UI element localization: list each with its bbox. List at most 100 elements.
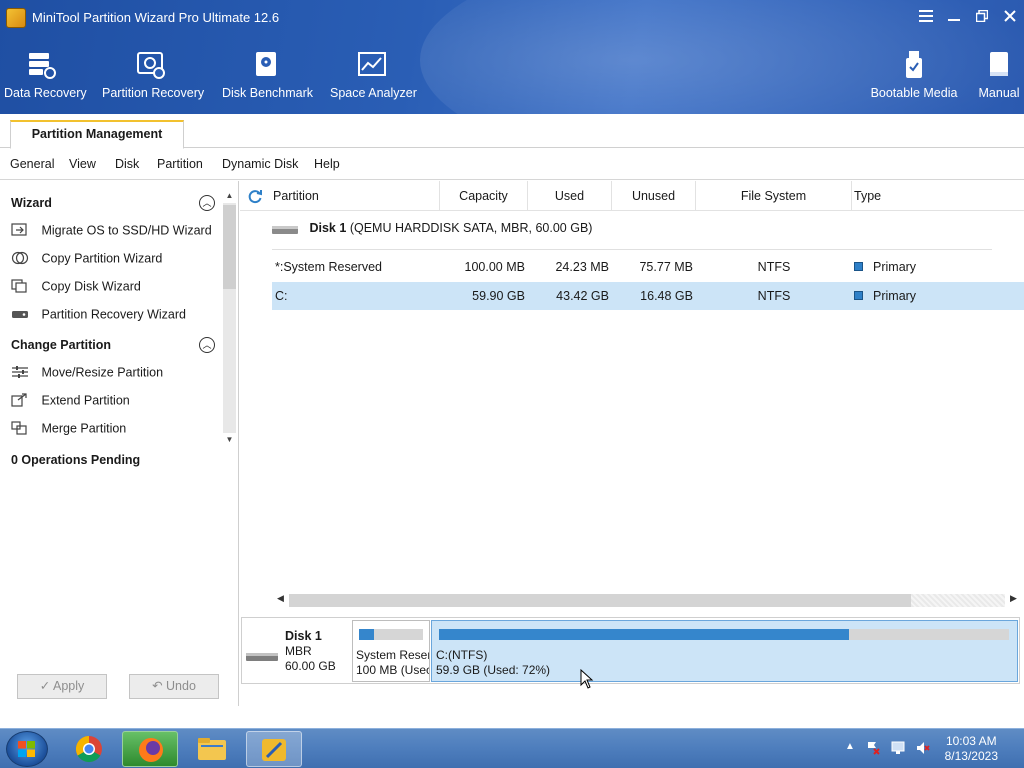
- table-row[interactable]: *:System Reserved 100.00 MB 24.23 MB 75.…: [272, 253, 1024, 281]
- menu-general[interactable]: General: [10, 157, 54, 171]
- hscroll-thumb[interactable]: [289, 594, 911, 607]
- apply-button[interactable]: ✓ Apply: [17, 674, 107, 699]
- close-button[interactable]: [996, 6, 1024, 28]
- taskbar-firefox[interactable]: [122, 731, 178, 767]
- col-capacity[interactable]: Capacity: [440, 181, 528, 211]
- usage-fill: [439, 629, 850, 640]
- menu-view[interactable]: View: [69, 157, 96, 171]
- firefox-icon: [139, 738, 163, 762]
- check-icon: ✓: [39, 679, 51, 693]
- table-row-selected[interactable]: C: 59.90 GB 43.42 GB 16.48 GB NTFS Prima…: [272, 282, 1024, 310]
- taskbar-partition-wizard[interactable]: [246, 731, 302, 767]
- cell-partition: C:: [275, 289, 288, 303]
- left-panel-scrollbar[interactable]: ▲ ▼: [221, 191, 237, 447]
- partition-wizard-icon: [262, 739, 286, 761]
- start-button[interactable]: [6, 731, 48, 767]
- title-bar: MiniTool Partition Wizard Pro Ultimate 1…: [0, 0, 1024, 36]
- menu-disk[interactable]: Disk: [115, 157, 139, 171]
- refresh-icon[interactable]: [247, 188, 263, 204]
- network-icon[interactable]: [891, 741, 905, 755]
- col-unused[interactable]: Unused: [612, 181, 696, 211]
- scroll-left-icon[interactable]: ◀: [277, 593, 284, 604]
- volume-muted-icon[interactable]: [916, 741, 930, 755]
- partition-recovery-label: Partition Recovery: [102, 86, 205, 100]
- copy-disk-wizard[interactable]: Copy Disk Wizard: [11, 279, 141, 299]
- menu-hamburger-icon[interactable]: [912, 6, 940, 28]
- copy-partition-wizard[interactable]: Copy Partition Wizard: [11, 251, 162, 271]
- bootable-media-button[interactable]: Bootable Media: [870, 50, 958, 100]
- extend-partition[interactable]: Extend Partition: [11, 393, 130, 413]
- system-clock[interactable]: 10:03 AM 8/13/2023: [945, 734, 998, 764]
- cell-capacity: 59.90 GB: [472, 289, 525, 303]
- partition-table: Partition Capacity Used Unused File Syst…: [240, 181, 1024, 611]
- extend-partition-icon: [11, 393, 29, 407]
- disk-name: Disk 1: [309, 221, 347, 235]
- disk-1-row[interactable]: Disk 1 (QEMU HARDDISK SATA, MBR, 60.00 G…: [272, 221, 592, 243]
- merge-partition[interactable]: Merge Partition: [11, 421, 126, 441]
- space-analyzer-label: Space Analyzer: [330, 86, 417, 100]
- move-resize-icon: [11, 365, 29, 379]
- minimize-button[interactable]: [940, 6, 968, 28]
- menu-help[interactable]: Help: [314, 157, 340, 171]
- window-title: MiniTool Partition Wizard Pro Ultimate 1…: [32, 10, 280, 25]
- disk-map-info[interactable]: Disk 1 MBR 60.00 GB: [242, 618, 352, 683]
- tray-expand-icon[interactable]: ▲: [845, 741, 855, 752]
- bootable-media-icon: [899, 50, 929, 80]
- menu-dynamic-disk[interactable]: Dynamic Disk: [222, 157, 298, 171]
- manual-button[interactable]: Manual: [976, 50, 1022, 100]
- scroll-right-icon[interactable]: ▶: [1010, 593, 1017, 604]
- table-horizontal-scrollbar[interactable]: ◀ ▶: [275, 592, 1020, 609]
- change-partition-collapse-icon[interactable]: ︿: [199, 337, 215, 353]
- partition-recovery-wizard[interactable]: Partition Recovery Wizard: [11, 307, 186, 327]
- cell-type: Primary: [854, 282, 916, 310]
- folder-icon: [198, 738, 226, 760]
- move-resize-partition[interactable]: Move/Resize Partition: [11, 365, 163, 385]
- cell-type-label: Primary: [873, 289, 917, 303]
- cell-type: Primary: [854, 253, 916, 281]
- manual-icon: [984, 50, 1014, 80]
- disk-map: Disk 1 MBR 60.00 GB System Reser 100 MB …: [241, 617, 1020, 684]
- action-center-icon[interactable]: [866, 741, 880, 755]
- menu-bar: General View Disk Partition Dynamic Disk…: [0, 149, 1024, 180]
- migrate-os-label: Migrate OS to SSD/HD Wizard: [41, 223, 212, 238]
- migrate-os-wizard[interactable]: Migrate OS to SSD/HD Wizard: [11, 223, 212, 243]
- partition-block-system-reserved[interactable]: System Reser 100 MB (Usec: [352, 620, 430, 682]
- data-recovery-button[interactable]: Data Recovery: [4, 50, 87, 100]
- col-used[interactable]: Used: [528, 181, 612, 211]
- tab-partition-management[interactable]: Partition Management: [10, 120, 184, 149]
- disk-benchmark-button[interactable]: Disk Benchmark: [222, 50, 313, 100]
- taskbar-chrome[interactable]: [61, 731, 117, 767]
- scroll-down-icon[interactable]: ▼: [223, 435, 236, 444]
- apply-label: Apply: [53, 679, 85, 693]
- usage-bar: [359, 629, 423, 640]
- menu-partition[interactable]: Partition: [157, 157, 203, 171]
- partition-recovery-button[interactable]: Partition Recovery: [102, 50, 204, 100]
- change-partition-section-title: Change Partition: [11, 338, 112, 352]
- data-recovery-icon: [27, 50, 57, 80]
- taskbar-file-explorer[interactable]: [184, 731, 240, 767]
- tab-strip: Partition Management: [0, 114, 1024, 149]
- mouse-cursor-icon: [580, 668, 594, 689]
- partition-block-c[interactable]: C:(NTFS) 59.9 GB (Used: 72%): [431, 620, 1018, 682]
- cell-used: 24.23 MB: [555, 260, 609, 274]
- partition-label: C:(NTFS): [436, 648, 488, 662]
- scroll-up-icon[interactable]: ▲: [223, 191, 236, 200]
- wizard-collapse-icon[interactable]: ︿: [199, 195, 215, 211]
- disk-map-style: MBR: [285, 644, 312, 658]
- col-partition[interactable]: Partition: [273, 181, 440, 211]
- space-analyzer-icon: [357, 50, 387, 80]
- top-band: MiniTool Partition Wizard Pro Ultimate 1…: [0, 0, 1024, 114]
- restore-button[interactable]: [968, 6, 996, 28]
- col-file-system[interactable]: File System: [696, 181, 852, 211]
- partition-label: System Reser: [356, 648, 430, 662]
- disk-map-hdd-icon: [246, 651, 278, 661]
- col-type[interactable]: Type: [852, 181, 1024, 211]
- space-analyzer-button[interactable]: Space Analyzer: [330, 50, 417, 100]
- undo-button[interactable]: ↶ Undo: [129, 674, 219, 699]
- scroll-thumb[interactable]: [223, 205, 236, 289]
- manual-label: Manual: [978, 86, 1020, 100]
- hard-disk-icon: [272, 224, 298, 234]
- disk-benchmark-label: Disk Benchmark: [222, 86, 313, 100]
- copy-partition-label: Copy Partition Wizard: [41, 251, 163, 266]
- bootable-media-label: Bootable Media: [870, 86, 958, 100]
